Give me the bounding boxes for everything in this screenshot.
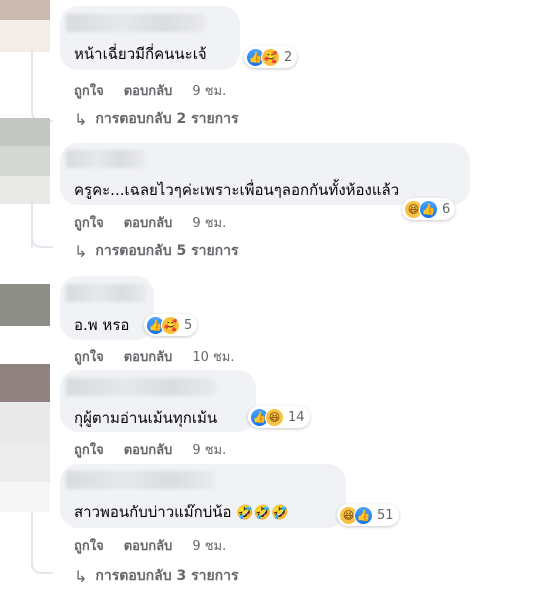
comment-text: อ.พ หรอ xyxy=(74,316,130,334)
comment-text: หน้าเฉี่ยวมีกี่คนนะเจ้ xyxy=(74,45,207,63)
reaction-summary[interactable]: 😆 👍 6 xyxy=(402,198,456,220)
comment-actions: ถูกใจ ตอบกลับ 9 ชม. xyxy=(74,439,226,460)
reply-button[interactable]: ตอบกลับ xyxy=(124,212,173,233)
timestamp[interactable]: 9 ชม. xyxy=(192,80,226,101)
like-button[interactable]: ถูกใจ xyxy=(74,535,104,556)
comment-actions: ถูกใจ ตอบกลับ 9 ชม. xyxy=(74,212,226,233)
timestamp[interactable]: 9 ชม. xyxy=(192,439,226,460)
reply-button[interactable]: ตอบกลับ xyxy=(124,80,173,101)
care-icon: 🥰 xyxy=(161,315,180,335)
like-button[interactable]: ถูกใจ xyxy=(74,346,104,367)
reaction-summary[interactable]: 😆 👍 51 xyxy=(337,504,399,526)
comment-actions: ถูกใจ ตอบกลับ 10 ชม. xyxy=(74,346,235,367)
haha-icon: 😆 xyxy=(265,407,284,427)
like-button[interactable]: ถูกใจ xyxy=(74,212,104,233)
reaction-summary[interactable]: 👍 😆 14 xyxy=(248,406,310,428)
reply-arrow-icon: ↳ xyxy=(74,109,88,129)
commenter-name[interactable] xyxy=(66,150,144,168)
reaction-count: 6 xyxy=(442,201,451,217)
timestamp[interactable]: 10 ชม. xyxy=(192,346,234,367)
reaction-summary[interactable]: 👍 🥰 5 xyxy=(144,314,198,336)
comment-text-body: สาวพอนกับบ่าวแม๊กบ่น้อ xyxy=(74,503,232,521)
commenter-name[interactable] xyxy=(66,378,216,396)
reply-arrow-icon: ↳ xyxy=(74,241,88,261)
like-icon: 👍 xyxy=(354,505,373,525)
reply-button[interactable]: ตอบกลับ xyxy=(124,439,173,460)
view-replies-link[interactable]: ↳ การตอบกลับ 3 รายการ xyxy=(74,565,239,587)
avatar[interactable] xyxy=(0,0,50,52)
comment-actions: ถูกใจ ตอบกลับ 9 ชม. xyxy=(74,80,226,101)
avatar[interactable] xyxy=(0,364,50,402)
view-replies-link[interactable]: ↳ การตอบกลับ 5 รายการ xyxy=(74,240,239,262)
commenter-name[interactable] xyxy=(66,14,206,32)
avatar[interactable] xyxy=(0,402,50,512)
reaction-summary[interactable]: 👍 🥰 2 xyxy=(244,46,298,68)
thread-line xyxy=(31,52,33,114)
timestamp[interactable]: 9 ชม. xyxy=(192,535,226,556)
comment-text: สาวพอนกับบ่าวแม๊กบ่น้อ 🤣🤣🤣 xyxy=(74,500,289,524)
reaction-count: 14 xyxy=(288,409,305,425)
view-replies-label: การตอบกลับ 3 รายการ xyxy=(95,568,239,584)
view-replies-link[interactable]: ↳ การตอบกลับ 2 รายการ xyxy=(74,108,239,130)
care-icon: 🥰 xyxy=(261,47,280,67)
comment-text: กุผู้ตามอ่านเม้นทุกเม้น xyxy=(74,409,218,427)
commenter-name[interactable] xyxy=(66,471,214,489)
rolling-laughing-emoji: 🤣🤣🤣 xyxy=(236,505,289,521)
reaction-count: 51 xyxy=(377,507,394,523)
reaction-count: 2 xyxy=(284,49,293,65)
like-button[interactable]: ถูกใจ xyxy=(74,439,104,460)
reply-button[interactable]: ตอบกลับ xyxy=(124,346,173,367)
timestamp[interactable]: 9 ชม. xyxy=(192,212,226,233)
commenter-name[interactable] xyxy=(66,284,146,302)
reply-button[interactable]: ตอบกลับ xyxy=(124,535,173,556)
reaction-count: 5 xyxy=(184,317,193,333)
view-replies-label: การตอบกลับ 2 รายการ xyxy=(95,111,239,127)
like-button[interactable]: ถูกใจ xyxy=(74,80,104,101)
avatar[interactable] xyxy=(0,284,50,326)
avatar[interactable] xyxy=(0,118,50,204)
view-replies-label: การตอบกลับ 5 รายการ xyxy=(95,243,239,259)
comment-actions: ถูกใจ ตอบกลับ 9 ชม. xyxy=(74,535,226,556)
thread-curve xyxy=(31,234,53,248)
thread-curve xyxy=(31,560,53,574)
like-icon: 👍 xyxy=(419,199,438,219)
reply-arrow-icon: ↳ xyxy=(74,566,88,586)
comment-text: ครูคะ...เฉลยไวๆค่ะเพราะเพื่อนๆลอกกันทั้ง… xyxy=(74,181,400,199)
